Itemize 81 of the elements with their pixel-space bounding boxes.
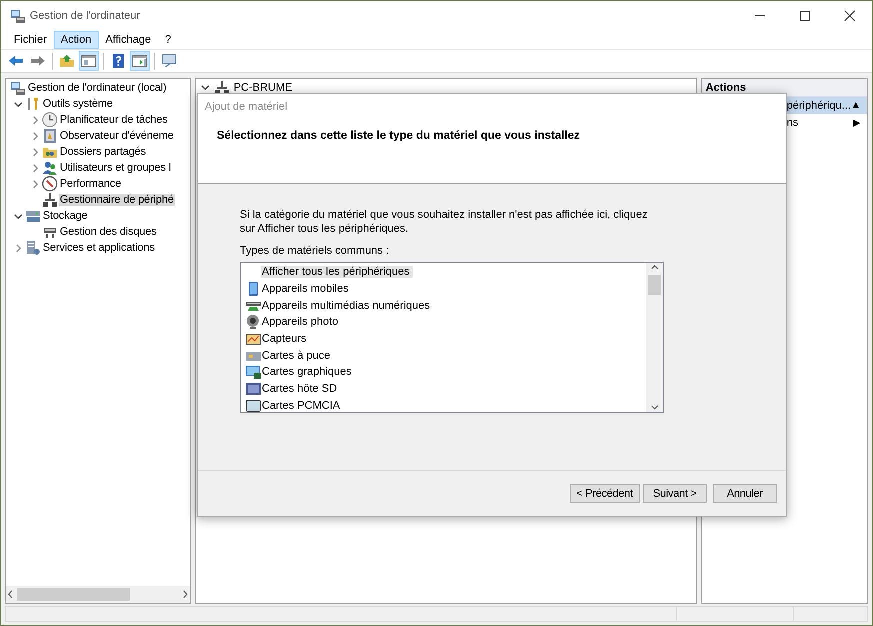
computer-icon bbox=[10, 8, 26, 24]
tree-item[interactable]: Utilisateurs et groupes l bbox=[59, 162, 172, 174]
dialog-title: Ajout de matériel bbox=[204, 100, 289, 115]
tools-icon bbox=[25, 96, 41, 112]
list-item[interactable]: Appareils photo bbox=[261, 316, 342, 328]
menu-item[interactable]: Action bbox=[54, 31, 99, 49]
action-label: ns bbox=[786, 116, 800, 128]
computer-icon bbox=[10, 80, 26, 96]
list-item[interactable]: Cartes graphiques bbox=[261, 366, 355, 378]
instructions-text: Si la catégorie du matériel que vous souhaitez installer n'est pas affichée ici, cliquez sur Afficher tous les périphériques. bbox=[240, 208, 649, 236]
list-item[interactable]: Capteurs bbox=[261, 333, 310, 346]
arrow-glyph: ▶ bbox=[853, 116, 861, 128]
scroll-right-icon bbox=[180, 590, 190, 599]
tree-item[interactable]: Planificateur de tâches bbox=[59, 114, 169, 126]
users-icon bbox=[42, 160, 58, 176]
back-arrow-icon bbox=[8, 53, 24, 69]
window-title: Gestion de l'ordinateur bbox=[30, 10, 140, 22]
tree-item[interactable]: Gestion de l'ordinateur (local) bbox=[27, 82, 168, 94]
close-icon[interactable] bbox=[844, 10, 856, 22]
pane-icon bbox=[132, 53, 148, 69]
toolbar-button[interactable] bbox=[130, 51, 150, 71]
forward-arrow-icon bbox=[30, 53, 46, 69]
scroll-down-icon bbox=[650, 403, 660, 412]
monitor-icon bbox=[161, 53, 177, 69]
vertical-scrollbar[interactable] bbox=[646, 263, 663, 412]
tree-item[interactable]: Dossiers partagés bbox=[59, 146, 148, 158]
cancel-button[interactable]: Annuler bbox=[713, 484, 777, 503]
storage-icon bbox=[25, 208, 41, 224]
tree-item[interactable]: Gestionnaire de périphé bbox=[59, 194, 175, 206]
chevron-down-icon[interactable] bbox=[200, 83, 210, 92]
horizontal-scrollbar[interactable] bbox=[6, 586, 190, 603]
webcam-icon bbox=[245, 314, 261, 330]
dialog-heading: Sélectionnez dans cette liste le type du matériel que vous installez bbox=[216, 129, 582, 142]
scrollbar-thumb[interactable] bbox=[17, 588, 130, 601]
maximize-icon[interactable] bbox=[798, 10, 810, 22]
list-item[interactable]: Cartes à puce bbox=[261, 350, 334, 362]
graphics-card-icon bbox=[245, 364, 261, 380]
chevron-down-icon[interactable] bbox=[14, 100, 22, 108]
menu-item[interactable]: Affichage bbox=[98, 31, 158, 49]
action-label: périphériqu... bbox=[786, 100, 852, 112]
pcmcia-card-icon bbox=[245, 398, 261, 414]
device-tree-icon bbox=[42, 192, 58, 208]
chevron-right-icon[interactable] bbox=[30, 148, 40, 156]
gauge-icon bbox=[42, 176, 58, 192]
pane-icon bbox=[81, 53, 97, 69]
list-item[interactable]: Appareils multimédias numériques bbox=[261, 300, 434, 312]
sd-card-icon bbox=[245, 381, 261, 398]
folder-up-icon bbox=[59, 53, 75, 69]
scrollbar-thumb[interactable] bbox=[648, 275, 661, 295]
toolbar-button[interactable] bbox=[79, 51, 99, 71]
list-label: Types de matériels communs : bbox=[240, 245, 390, 257]
computer-name: PC-BRUME bbox=[234, 82, 292, 94]
next-button[interactable]: Suivant > bbox=[643, 484, 707, 503]
tree-item[interactable]: Gestion des disques bbox=[59, 226, 158, 238]
tree-item[interactable]: Stockage bbox=[42, 210, 89, 222]
hardware-type-list[interactable]: Afficher tous les périphériques Appareils mobiles Appareils multimédias numériques Appareils photo Capteurs Cartes à puce Cartes graphiques Cartes hôte SD Cartes PCMCIA bbox=[240, 262, 664, 413]
list-item[interactable]: Cartes PCMCIA bbox=[261, 400, 344, 412]
chevron-right-icon[interactable] bbox=[14, 244, 22, 252]
menu-item[interactable]: ? bbox=[158, 31, 178, 49]
arrow-glyph: ▲ bbox=[851, 100, 861, 111]
tree-item[interactable]: Outils système bbox=[42, 98, 114, 110]
help-icon bbox=[110, 53, 126, 69]
tree-item[interactable]: Performance bbox=[59, 178, 122, 190]
server-icon bbox=[25, 240, 41, 256]
list-item[interactable]: Afficher tous les périphériques bbox=[261, 266, 413, 278]
list-item[interactable]: Cartes hôte SD bbox=[261, 383, 340, 396]
list-item[interactable]: Appareils mobiles bbox=[261, 283, 352, 296]
back-button[interactable]: < Précédent bbox=[570, 484, 640, 503]
menu-item[interactable]: Fichier bbox=[7, 31, 54, 49]
chevron-down-icon[interactable] bbox=[14, 212, 22, 220]
chevron-right-icon[interactable] bbox=[30, 164, 40, 172]
tree-item[interactable]: Observateur d'événeme bbox=[59, 130, 175, 142]
chevron-right-icon[interactable] bbox=[30, 116, 40, 124]
task-entry[interactable]: ns ▶ bbox=[784, 114, 867, 131]
scroll-left-icon bbox=[6, 590, 15, 599]
chevron-right-icon[interactable] bbox=[30, 180, 40, 188]
chevron-right-icon[interactable] bbox=[30, 132, 40, 140]
tree-item[interactable]: Services et applications bbox=[42, 242, 156, 254]
task-entry[interactable]: périphériqu...▲ bbox=[784, 97, 867, 114]
clock-icon bbox=[42, 112, 58, 128]
scroll-up-icon bbox=[650, 263, 660, 272]
